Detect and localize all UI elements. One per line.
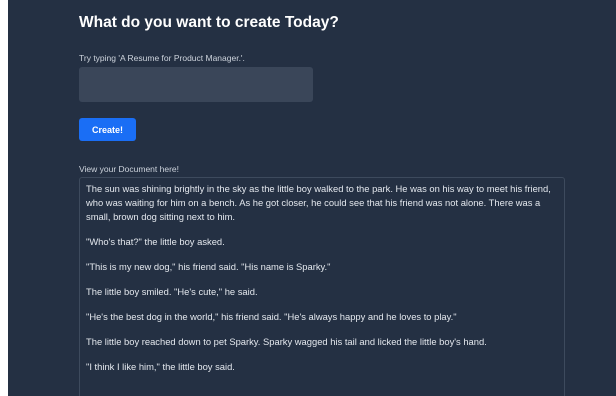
document-paragraph: "Who's that?" the little boy asked. <box>86 236 225 247</box>
prompt-hint: Try typing 'A Resume for Product Manager… <box>79 53 245 63</box>
prompt-input[interactable] <box>79 67 313 102</box>
page-title: What do you want to create Today? <box>79 14 339 31</box>
main-panel: What do you want to create Today? Try ty… <box>8 0 616 396</box>
document-paragraph: The little boy reached down to pet Spark… <box>86 336 487 347</box>
document-paragraph: The little boy smiled. "He's cute," he s… <box>86 286 258 297</box>
document-paragraph: "This is my new dog," his friend said. "… <box>86 261 331 272</box>
document-label: View your Document here! <box>79 164 180 174</box>
create-button[interactable]: Create! <box>79 118 136 141</box>
document-output[interactable]: The sun was shining brightly in the sky … <box>79 177 565 396</box>
document-paragraph: "I think I like him," the little boy sai… <box>86 361 235 372</box>
document-paragraph: "He's the best dog in the world," his fr… <box>86 311 457 322</box>
document-paragraph: The sun was shining brightly in the sky … <box>86 183 551 222</box>
